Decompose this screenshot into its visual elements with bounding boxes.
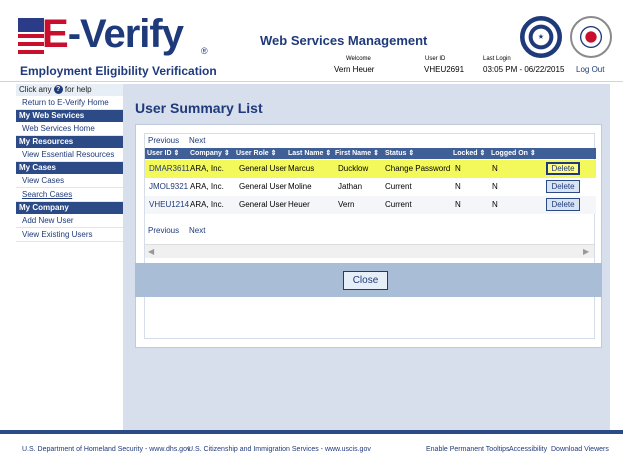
cell-locked: N — [455, 164, 461, 173]
cell-logged-on: N — [492, 164, 498, 173]
cell-logged-on: N — [492, 182, 498, 191]
col-last-name[interactable]: Last Name ⇕ — [288, 149, 331, 157]
col-user-id[interactable]: User ID ⇕ — [147, 149, 179, 157]
col-status[interactable]: Status ⇕ — [385, 149, 414, 157]
footer-link-dhs[interactable]: U.S. Department of Homeland Security - w… — [22, 446, 190, 453]
table-header: User ID ⇕ Company ⇕ User Role ⇕ Last Nam… — [145, 148, 596, 159]
cell-first-name: Vern — [338, 200, 355, 209]
sidebar-item-view-users[interactable]: View Existing Users — [16, 228, 123, 242]
page-footer: U.S. Department of Homeland Security - w… — [0, 430, 623, 458]
pager-next-top[interactable]: Next — [189, 136, 205, 145]
user-table-panel: Previous Next User ID ⇕ Company ⇕ User R… — [135, 124, 602, 348]
everify-logo: E-Verify ® — [18, 12, 218, 58]
pager-previous-bottom[interactable]: Previous — [148, 226, 179, 235]
sidebar-item-web-services-home[interactable]: Web Services Home — [16, 122, 123, 136]
sidebar-section-resources: My Resources — [16, 136, 123, 148]
cell-last-name: Heuer — [288, 200, 310, 209]
sidebar-section-company: My Company — [16, 202, 123, 214]
scroll-right-icon[interactable]: ▶ — [583, 247, 589, 256]
cell-status: Current — [385, 182, 412, 191]
horizontal-scrollbar[interactable]: ◀ ▶ — [145, 244, 594, 258]
sidebar-item-return-home[interactable]: Return to E-Verify Home — [16, 96, 123, 110]
sidebar-item-add-user[interactable]: Add New User — [16, 214, 123, 228]
cell-company: ARA, Inc. — [190, 164, 224, 173]
lastlogin-label: Last Login — [483, 56, 511, 62]
user-table: Previous Next User ID ⇕ Company ⇕ User R… — [144, 133, 596, 339]
page-title: User Summary List — [135, 100, 263, 116]
help-icon[interactable]: ? — [53, 85, 63, 95]
ssa-seal-icon — [570, 16, 612, 58]
sidebar-section-web-services: My Web Services — [16, 110, 123, 122]
table-row: DMAR3611 ARA, Inc. General User Marcus D… — [145, 160, 596, 178]
cell-first-name: Jathan — [338, 182, 363, 191]
close-button[interactable]: Close — [343, 271, 388, 290]
sidebar: Click any ? for help Return to E-Verify … — [16, 84, 123, 430]
col-locked[interactable]: Locked ⇕ — [453, 149, 485, 157]
sidebar-section-cases: My Cases — [16, 162, 123, 174]
logout-link[interactable]: Log Out — [576, 65, 604, 74]
sidebar-item-view-cases[interactable]: View Cases — [16, 174, 123, 188]
welcome-label: Welcome — [346, 56, 371, 62]
footer-link-viewers[interactable]: Download Viewers — [551, 446, 609, 453]
pager-next-bottom[interactable]: Next — [189, 226, 205, 235]
cell-user-id[interactable]: VHEU1214 — [149, 200, 189, 209]
footer-link-accessibility[interactable]: Accessibility — [509, 446, 547, 453]
cell-role: General User — [239, 182, 287, 191]
tagline: Employment Eligibility Verification — [20, 64, 217, 78]
col-company[interactable]: Company ⇕ — [190, 149, 230, 157]
col-user-role[interactable]: User Role ⇕ — [236, 149, 277, 157]
sidebar-item-search-cases[interactable]: Search Cases — [16, 188, 123, 202]
cell-last-name: Marcus — [288, 164, 315, 173]
action-bar: Close — [135, 263, 602, 297]
page-header: E-Verify ® Employment Eligibility Verifi… — [0, 0, 623, 82]
delete-button[interactable]: Delete — [546, 180, 580, 193]
cell-role: General User — [239, 164, 287, 173]
flag-icon — [18, 18, 44, 56]
cell-first-name: Ducklow — [338, 164, 369, 173]
dhs-seal-icon: ★ — [520, 16, 562, 58]
cell-locked: N — [455, 182, 461, 191]
cell-logged-on: N — [492, 200, 498, 209]
main-content: User Summary List Previous Next User ID … — [123, 84, 610, 430]
footer-link-uscis[interactable]: U.S. Citizenship and Immigration Service… — [188, 446, 371, 453]
cell-locked: N — [455, 200, 461, 209]
table-row: JMOL9321 ARA, Inc. General User Moline J… — [145, 178, 596, 196]
cell-user-id[interactable]: DMAR3611 — [149, 164, 190, 173]
cell-status: Change Password — [385, 164, 451, 173]
logo-wordmark: E-Verify — [42, 12, 184, 56]
cell-role: General User — [239, 200, 287, 209]
cell-company: ARA, Inc. — [190, 182, 224, 191]
lastlogin-value: 03:05 PM - 06/22/2015 — [483, 65, 565, 74]
table-row: VHEU1214 ARA, Inc. General User Heuer Ve… — [145, 196, 596, 214]
cell-status: Current — [385, 200, 412, 209]
delete-button[interactable]: Delete — [546, 198, 580, 211]
scroll-left-icon[interactable]: ◀ — [148, 247, 154, 256]
app-title: Web Services Management — [260, 33, 428, 48]
registered-icon: ® — [201, 46, 208, 56]
userid-value: VHEU2691 — [424, 65, 465, 74]
userid-label: User ID — [425, 56, 446, 62]
col-first-name[interactable]: First Name ⇕ — [335, 149, 379, 157]
delete-button[interactable]: Delete — [546, 162, 580, 175]
help-hint: Click any ? for help — [16, 84, 123, 96]
cell-last-name: Moline — [288, 182, 312, 191]
welcome-value: Vern Heuer — [334, 65, 375, 74]
footer-link-tooltips[interactable]: Enable Permanent Tooltips — [426, 446, 510, 453]
col-logged-on[interactable]: Logged On ⇕ — [491, 149, 536, 157]
sidebar-item-essential-resources[interactable]: View Essential Resources — [16, 148, 123, 162]
cell-user-id[interactable]: JMOL9321 — [149, 182, 188, 191]
cell-company: ARA, Inc. — [190, 200, 224, 209]
pager-previous-top[interactable]: Previous — [148, 136, 179, 145]
